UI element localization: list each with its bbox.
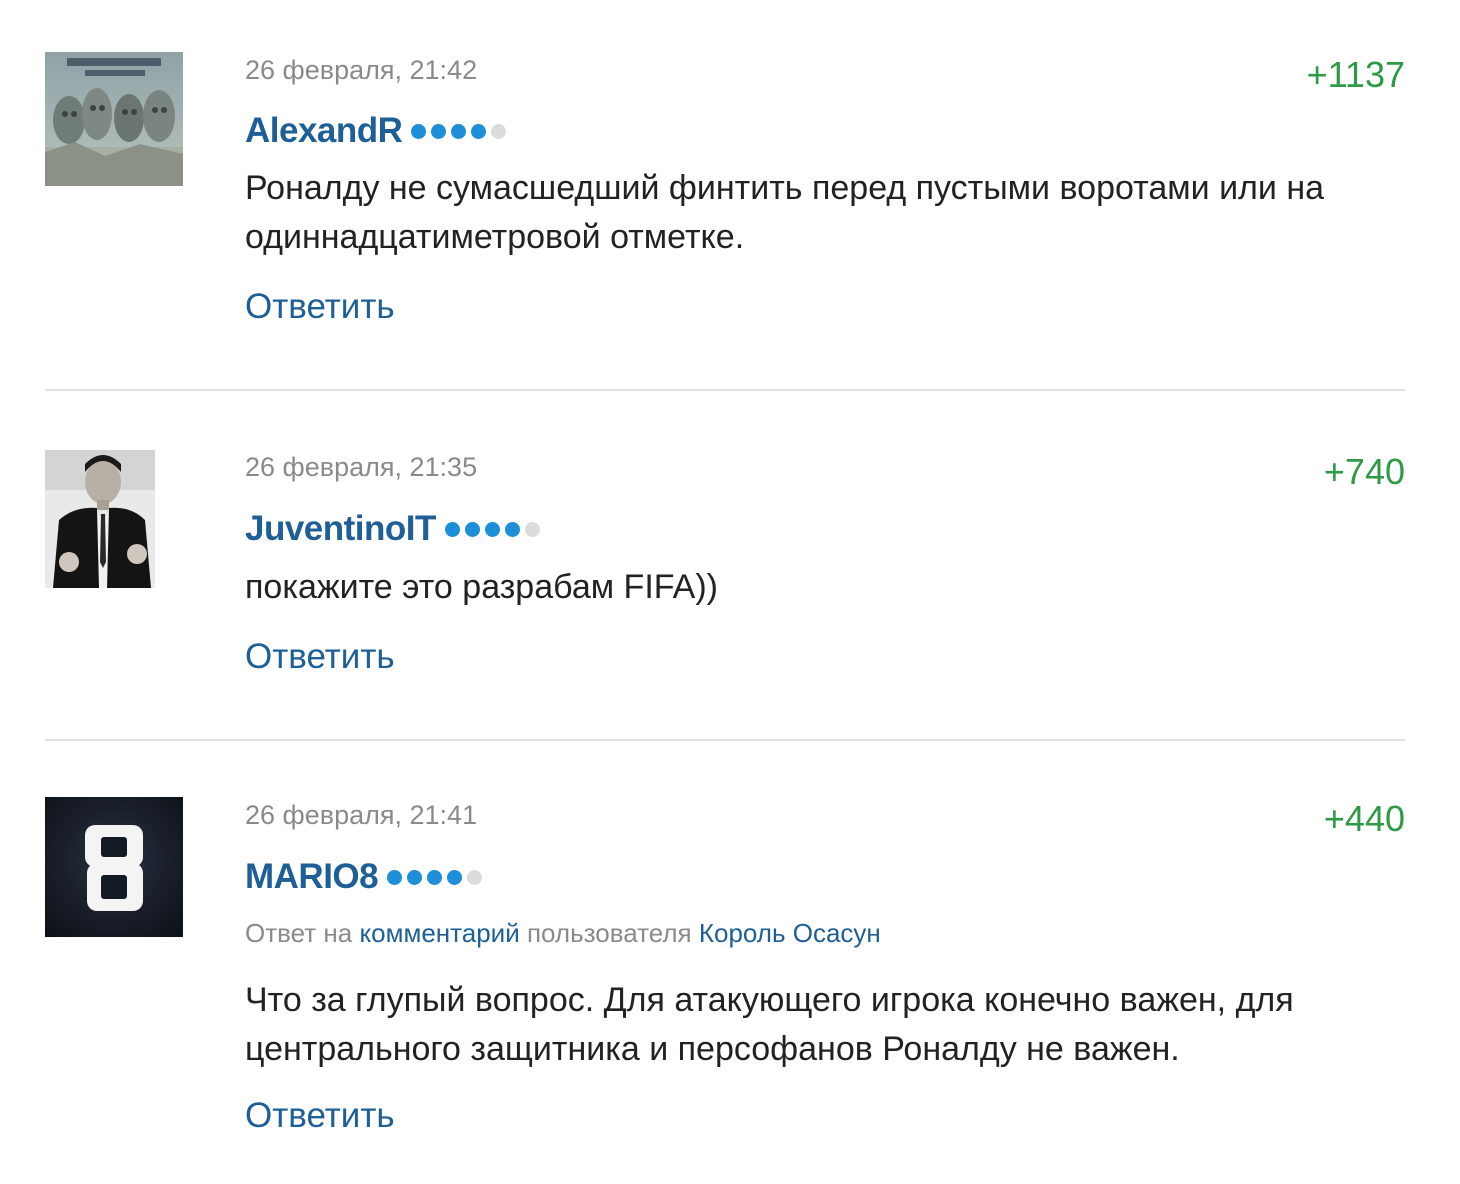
comment-author: MARIO8 (245, 856, 483, 898)
rating-dot-icon (427, 869, 443, 885)
comment-text: Что за глупый вопрос. Для атакующего игр… (245, 981, 1294, 1068)
rating-dot-icon (407, 869, 423, 885)
user-rating (387, 869, 483, 885)
rating-dot-icon (447, 869, 463, 885)
username-link[interactable]: MARIO8 (245, 857, 379, 897)
comment-score: +440 (1323, 798, 1405, 839)
rating-dot-empty-icon (467, 869, 483, 885)
number-8-avatar-icon (45, 797, 183, 937)
comment-item: 26 февраля, 21:41 +440 MARIO8 Ответ на к… (0, 0, 1460, 1184)
reply-to-prefix: Ответ на (245, 918, 353, 948)
reply-to-user-link[interactable]: Король Осасун (699, 918, 881, 948)
comment-date: 26 февраля, 21:41 (245, 800, 478, 830)
rating-dot-icon (387, 869, 403, 885)
reply-to-comment-link[interactable]: комментарий (359, 918, 519, 948)
reply-button[interactable]: Ответить (245, 1096, 395, 1136)
reply-to-middle: пользователя (526, 918, 692, 948)
avatar[interactable] (45, 797, 183, 937)
reply-to-info: Ответ на комментарий пользователя Король… (245, 918, 881, 949)
